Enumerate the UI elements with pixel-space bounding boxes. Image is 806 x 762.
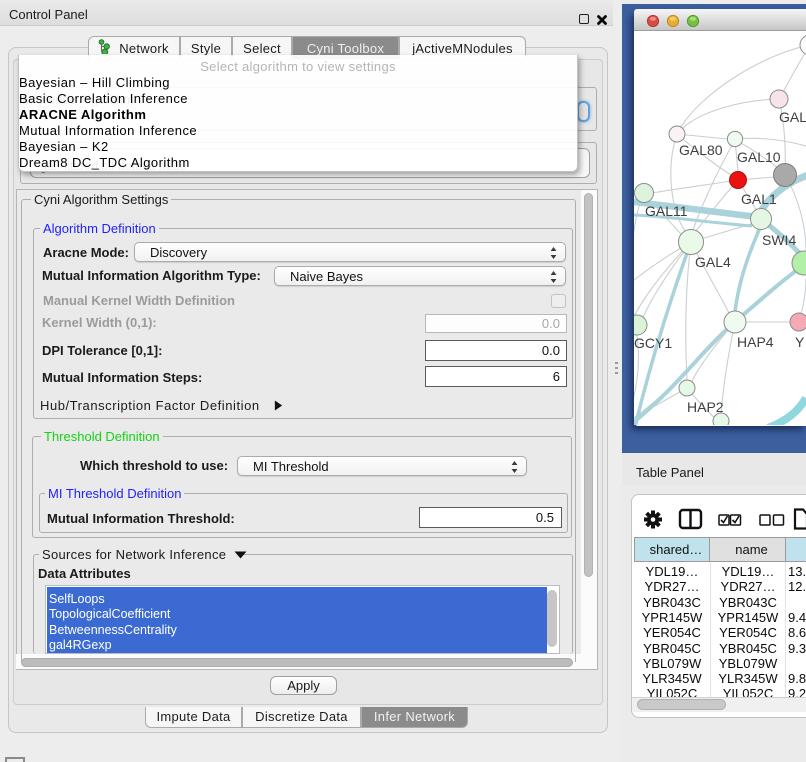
svg-text:Y: Y bbox=[795, 334, 805, 350]
svg-text:HAP4: HAP4 bbox=[737, 334, 774, 350]
svg-text:GAL4: GAL4 bbox=[695, 254, 731, 270]
svg-text:HAP2: HAP2 bbox=[687, 399, 724, 415]
svg-text:GAL: GAL bbox=[779, 109, 806, 125]
svg-text:GAL80: GAL80 bbox=[679, 142, 723, 158]
svg-text:GAL10: GAL10 bbox=[737, 149, 781, 165]
svg-text:SWI4: SWI4 bbox=[762, 232, 796, 248]
svg-text:GCY1: GCY1 bbox=[634, 335, 672, 351]
svg-text:GAL1: GAL1 bbox=[741, 191, 777, 207]
svg-text:GAL11: GAL11 bbox=[645, 203, 688, 219]
